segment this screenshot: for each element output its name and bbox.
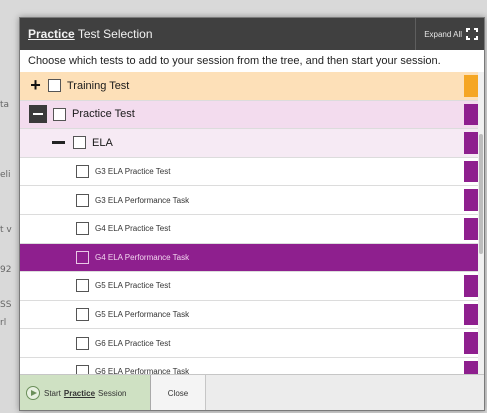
row-accent-bar — [464, 303, 478, 326]
test-label: G3 ELA Performance Task — [95, 195, 190, 205]
test-tree: + Training Test Practice Test ELA G3 ELA… — [20, 72, 484, 376]
close-button[interactable]: Close — [151, 375, 206, 410]
expand-all-button[interactable]: Expand All — [415, 18, 484, 50]
test-row[interactable]: G3 ELA Practice Test — [20, 157, 484, 187]
dialog-footer: Start Practice Session Close — [20, 374, 484, 410]
test-checkbox[interactable] — [76, 308, 89, 322]
test-label: G6 ELA Practice Test — [95, 338, 171, 348]
training-test-checkbox[interactable] — [48, 79, 61, 93]
collapse-minus-icon[interactable] — [29, 105, 47, 124]
row-accent-bar — [464, 246, 478, 269]
tree-node-ela[interactable]: ELA — [20, 129, 484, 158]
instructions-text: Choose which tests to add to your sessio… — [28, 55, 441, 67]
test-row[interactable]: G5 ELA Practice Test — [20, 272, 484, 301]
test-checkbox[interactable] — [76, 336, 89, 350]
row-accent-bar — [464, 75, 478, 97]
background-text-fragment: t v — [0, 225, 12, 235]
row-accent-bar — [464, 275, 478, 297]
test-label: G4 ELA Performance Task — [95, 252, 190, 262]
row-accent-bar — [464, 332, 478, 354]
tree-node-practice-test[interactable]: Practice Test — [20, 100, 484, 130]
dialog-header: Practice Test Selection Expand All — [20, 18, 484, 50]
background-text-fragment: 92 — [0, 265, 12, 275]
row-accent-bar — [464, 160, 478, 183]
test-checkbox[interactable] — [76, 222, 89, 236]
collapse-minus-icon[interactable] — [52, 141, 65, 145]
expand-corners-icon — [466, 28, 478, 40]
test-row[interactable]: G4 ELA Practice Test — [20, 214, 484, 244]
test-row[interactable]: G3 ELA Performance Task — [20, 186, 484, 215]
test-label: G5 ELA Practice Test — [95, 281, 171, 291]
test-row[interactable]: G6 ELA Practice Test — [20, 329, 484, 358]
start-practice-session-button[interactable]: Start Practice Session — [20, 375, 151, 410]
row-accent-bar — [464, 103, 478, 126]
start-label-suffix: Session — [98, 388, 127, 398]
test-row-selected[interactable]: G4 ELA Performance Task — [20, 243, 484, 273]
test-selection-dialog: Practice Test Selection Expand All Choos… — [19, 17, 485, 411]
play-icon — [26, 386, 40, 400]
practice-test-checkbox[interactable] — [53, 107, 66, 121]
test-checkbox[interactable] — [76, 193, 89, 207]
tree-node-training-test[interactable]: + Training Test — [20, 72, 484, 101]
row-accent-bar — [464, 217, 478, 240]
ela-label: ELA — [92, 136, 113, 149]
test-label: G4 ELA Practice Test — [95, 224, 171, 234]
test-checkbox[interactable] — [76, 279, 89, 293]
start-label-prefix: Start — [44, 388, 61, 398]
ela-checkbox[interactable] — [73, 136, 86, 150]
background-text-fragment: eli — [0, 170, 11, 180]
dialog-title: Practice Test Selection — [20, 27, 153, 41]
test-checkbox[interactable] — [76, 250, 89, 264]
title-emphasis: Practice — [28, 27, 75, 41]
row-accent-bar — [464, 189, 478, 211]
test-label: G3 ELA Practice Test — [95, 167, 171, 177]
background-text-fragment: SS — [0, 300, 12, 310]
test-row[interactable]: G5 ELA Performance Task — [20, 300, 484, 330]
test-checkbox[interactable] — [76, 165, 89, 179]
expand-plus-icon[interactable]: + — [29, 76, 42, 94]
practice-test-label: Practice Test — [72, 108, 135, 121]
scrollbar-thumb[interactable] — [479, 134, 483, 254]
row-accent-bar — [464, 132, 478, 154]
title-text: Test Selection — [74, 27, 153, 41]
training-test-label: Training Test — [67, 79, 130, 92]
background-text-fragment: rl — [0, 318, 7, 328]
tree-scrollbar[interactable] — [478, 72, 484, 376]
start-label-emphasis: Practice — [63, 388, 96, 398]
test-label: G5 ELA Performance Task — [95, 310, 190, 320]
background-text-fragment: ta — [0, 100, 10, 110]
expand-all-label: Expand All — [424, 29, 462, 39]
